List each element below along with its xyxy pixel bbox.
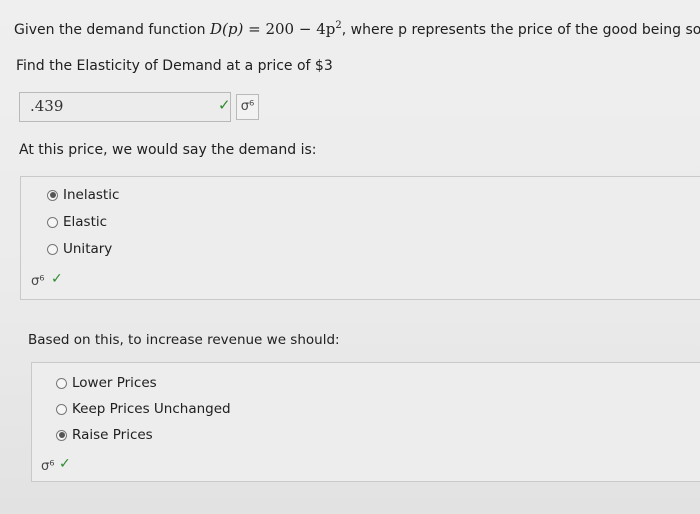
radio-button-icon[interactable] [47, 243, 58, 255]
math-keypad-icon[interactable]: σ⁶ [31, 274, 44, 289]
option-label: Lower Prices [72, 375, 157, 391]
correct-check-icon: ✓ [59, 456, 71, 472]
question-1-line2: Find the Elasticity of Demand at a price… [16, 58, 333, 74]
option-label: Inelastic [63, 187, 120, 203]
elasticity-answer-input[interactable]: .439 [19, 92, 231, 122]
question-1-suffix: , where p represents the price of the go… [341, 22, 700, 38]
option-elastic[interactable]: Elastic [47, 214, 107, 230]
option-label: Unitary [63, 241, 113, 257]
correct-check-icon: ✓ [51, 271, 63, 287]
revenue-options-panel: Lower Prices Keep Prices Unchanged Raise… [31, 362, 700, 482]
function-equals: = [248, 20, 261, 38]
question-1-text: Given the demand function D(p) = 200 − 4… [14, 20, 700, 38]
radio-button-selected-icon[interactable] [56, 429, 67, 441]
option-label: Keep Prices Unchanged [72, 401, 231, 417]
math-keypad-icon[interactable]: σ⁶ [236, 94, 259, 120]
function-term: 4p [316, 20, 336, 38]
question-3-prompt: Based on this, to increase revenue we sh… [28, 332, 340, 348]
demand-type-options-panel: Inelastic Elastic Unitary σ⁶ ✓ [20, 176, 700, 300]
demand-function: D(p) = 200 − 4p2 [210, 20, 342, 38]
radio-button-selected-icon[interactable] [47, 189, 58, 201]
correct-check-icon: ✓ [218, 96, 231, 114]
radio-button-icon[interactable] [47, 216, 58, 228]
radio-button-icon[interactable] [56, 377, 67, 389]
function-lhs: D(p) [209, 20, 244, 38]
option-raise-prices[interactable]: Raise Prices [56, 427, 153, 443]
question-2-prompt: At this price, we would say the demand i… [19, 142, 317, 158]
function-minus: − [298, 20, 312, 38]
option-label: Raise Prices [72, 427, 153, 443]
question-1-prefix: Given the demand function [14, 22, 206, 38]
option-lower-prices[interactable]: Lower Prices [56, 375, 157, 391]
option-unitary[interactable]: Unitary [47, 241, 112, 257]
option-inelastic[interactable]: Inelastic [47, 187, 119, 203]
math-keypad-icon[interactable]: σ⁶ [41, 459, 54, 474]
function-constant: 200 [265, 20, 295, 38]
elasticity-answer-value: .439 [30, 97, 64, 115]
option-keep-prices-unchanged[interactable]: Keep Prices Unchanged [56, 401, 231, 417]
option-label: Elastic [63, 214, 108, 230]
radio-button-icon[interactable] [56, 403, 67, 415]
